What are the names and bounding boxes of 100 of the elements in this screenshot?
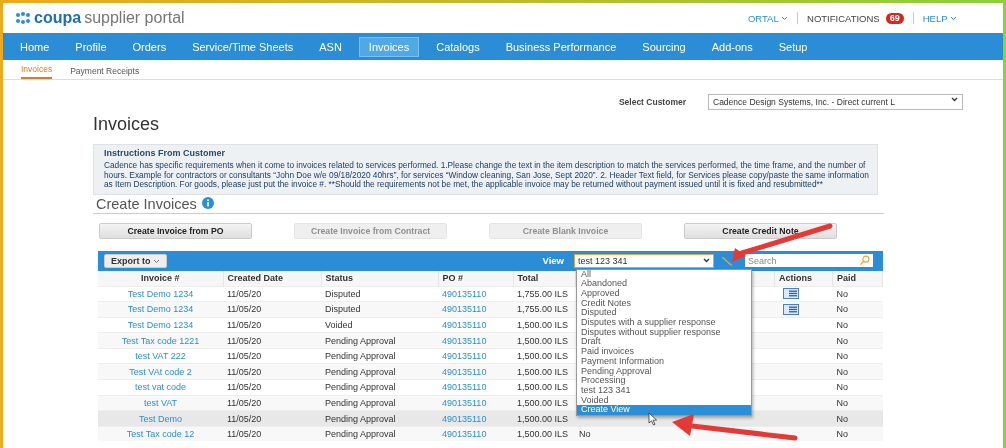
- create-button[interactable]: Create Invoice from PO: [99, 222, 252, 239]
- dropdown-option[interactable]: Approved: [577, 288, 751, 299]
- table-cell: 1,755.00 ILS: [517, 304, 569, 315]
- dropdown-option[interactable]: test 123 341: [577, 385, 751, 396]
- table-cell: 1,755.00 ILS: [517, 288, 569, 299]
- invoice-link[interactable]: test VAT 222: [135, 351, 186, 362]
- table-cell: No: [836, 413, 848, 424]
- table-cell: Disputed: [325, 288, 361, 299]
- nav-tab[interactable]: Setup: [769, 37, 817, 56]
- instructions-title: Instructions From Customer: [104, 148, 226, 158]
- nav-tab[interactable]: Profile: [66, 37, 116, 56]
- table-cell: No: [836, 351, 848, 362]
- dropdown-option[interactable]: Paid invoices: [577, 347, 751, 357]
- invoice-link[interactable]: Test Demo 1234: [127, 320, 194, 330]
- table-cell: 1,500.00 ILS: [517, 351, 569, 362]
- dropdown-option[interactable]: Abandoned: [577, 279, 751, 289]
- dropdown-option[interactable]: Payment Information: [577, 356, 751, 367]
- table-cell: Disputed: [325, 304, 361, 315]
- dropdown-option[interactable]: Disputes with a supplier response: [577, 318, 751, 328]
- help-menu[interactable]: HELP: [922, 12, 957, 24]
- table-cell: No: [836, 397, 848, 408]
- dropdown-option[interactable]: Credit Notes: [577, 298, 751, 309]
- subnav-tab[interactable]: Payment Receipts: [70, 66, 140, 79]
- caret-icon: [703, 258, 710, 263]
- caret-icon: [950, 16, 957, 22]
- table-cell: 11/05/20: [227, 366, 262, 377]
- select-customer-label: Select Customer: [618, 97, 686, 107]
- user-menu[interactable]: ORTAL: [747, 12, 789, 24]
- table-cell: No: [836, 304, 848, 315]
- po-link[interactable]: 490135110: [442, 351, 487, 362]
- invoice-link[interactable]: test VAT: [143, 397, 178, 408]
- section-title: Create Invoices: [96, 195, 197, 212]
- po-link[interactable]: 490135110: [442, 382, 487, 393]
- table-cell: No: [836, 320, 848, 330]
- table-cell: Pending Approval: [325, 397, 396, 408]
- table-cell: Pending Approval: [325, 366, 396, 377]
- table-cell: No: [836, 288, 848, 299]
- dropdown-option[interactable]: Create View: [577, 405, 751, 416]
- table-cell: Pending Approval: [325, 335, 396, 346]
- table-cell: 11/05/20: [227, 288, 262, 299]
- nav-tab[interactable]: Service/Time Sheets: [183, 37, 303, 56]
- table-cell: Pending Approval: [325, 351, 396, 362]
- table-cell: Pending Approval: [325, 429, 396, 440]
- table-cell: 1,500.00 ILS: [517, 366, 569, 377]
- search-icon: [859, 255, 870, 266]
- nav-tab[interactable]: Home: [11, 37, 59, 56]
- table-cell: 11/05/20: [227, 397, 262, 408]
- invoice-link[interactable]: Test Demo 1234: [127, 288, 194, 299]
- table-cell: 11/05/20: [227, 382, 262, 393]
- caret-icon: [951, 97, 958, 102]
- actions-icon[interactable]: [782, 288, 799, 300]
- nav-tab[interactable]: Catalogs: [427, 37, 489, 56]
- create-button[interactable]: Create Credit Note: [684, 222, 837, 239]
- table-cell: No: [836, 335, 848, 346]
- nav-tab[interactable]: ASN: [310, 37, 351, 56]
- view-label: View: [542, 255, 564, 266]
- caret-icon: [781, 16, 789, 22]
- export-button[interactable]: Export to: [104, 253, 167, 268]
- actions-icon[interactable]: [782, 303, 799, 315]
- subnav-tab[interactable]: Invoices: [21, 64, 53, 79]
- table-cell: 1,500.00 ILS: [517, 413, 569, 424]
- table-cell: 11/05/20: [227, 429, 262, 440]
- table-cell: 1,500.00 ILS: [517, 382, 569, 393]
- table-cell: Voided: [325, 320, 353, 330]
- nav-tab[interactable]: Sourcing: [633, 37, 695, 56]
- dropdown-option[interactable]: Processing: [577, 376, 751, 386]
- table-cell: 11/05/20: [227, 320, 262, 330]
- dropdown-option[interactable]: Pending Approval: [577, 366, 751, 377]
- table-cell: No: [836, 429, 848, 440]
- table-cell: Pending Approval: [325, 382, 396, 393]
- customer-select[interactable]: Cadence Design Systems, Inc. - Direct current L: [708, 94, 963, 110]
- dropdown-option[interactable]: Voided: [577, 395, 751, 406]
- table-cell: No: [836, 382, 848, 393]
- select-value: test 123 341: [578, 255, 628, 266]
- table-cell: 11/05/20: [227, 413, 262, 424]
- logo-icon: [15, 12, 31, 24]
- product-name: supplier portal: [84, 9, 185, 27]
- view-select[interactable]: test 123 341: [574, 253, 714, 268]
- po-link[interactable]: 490135110: [442, 320, 487, 330]
- select-value: Cadence Design Systems, Inc. - Direct current L: [713, 97, 895, 107]
- table-cell: 11/05/20: [227, 304, 262, 315]
- page-title: Invoices: [93, 114, 161, 135]
- nav-tab[interactable]: Invoices: [358, 36, 420, 57]
- dropdown-option[interactable]: Disputes without supplier response: [577, 327, 751, 338]
- table-cell: No: [836, 366, 848, 377]
- invoice-link[interactable]: test vat code: [135, 382, 186, 393]
- nav-tab[interactable]: Business Performance: [496, 37, 626, 56]
- dropdown-option[interactable]: Draft: [577, 337, 751, 348]
- instructions-text: Cadence has specific requirements when it come to invoices related to services performed. 1.Please change the text in the item description to match the services performed, the time frame, and the number of hours. Example for contractors or consultants “John Doe w/e 09/18/2020 40hrs”, for services “Window cleaning, San Jose, Sept 2020”. 2. Header Text field, for Services please copy/paste the same information as Item Description. For goods, please just put the invoice #. **Should the requirements not be met, the applicable invoice may be returned without payment issued until it is fixed and resubmitted**: [104, 161, 869, 190]
- logo-text: coupa: [34, 9, 82, 27]
- info-icon[interactable]: [201, 195, 214, 212]
- search-field[interactable]: Search: [745, 254, 873, 267]
- dropdown-option[interactable]: All: [577, 269, 751, 280]
- nav-tab[interactable]: Orders: [123, 37, 176, 56]
- table-cell: 1,500.00 ILS: [517, 320, 569, 330]
- dropdown-option[interactable]: Disputed: [577, 308, 751, 318]
- po-link[interactable]: 490135110: [442, 288, 487, 299]
- table-cell: 1,500.00 ILS: [517, 429, 569, 440]
- nav-tab[interactable]: Add-ons: [702, 37, 762, 56]
- notifications-link[interactable]: NOTIFICATIONS: [807, 12, 880, 24]
